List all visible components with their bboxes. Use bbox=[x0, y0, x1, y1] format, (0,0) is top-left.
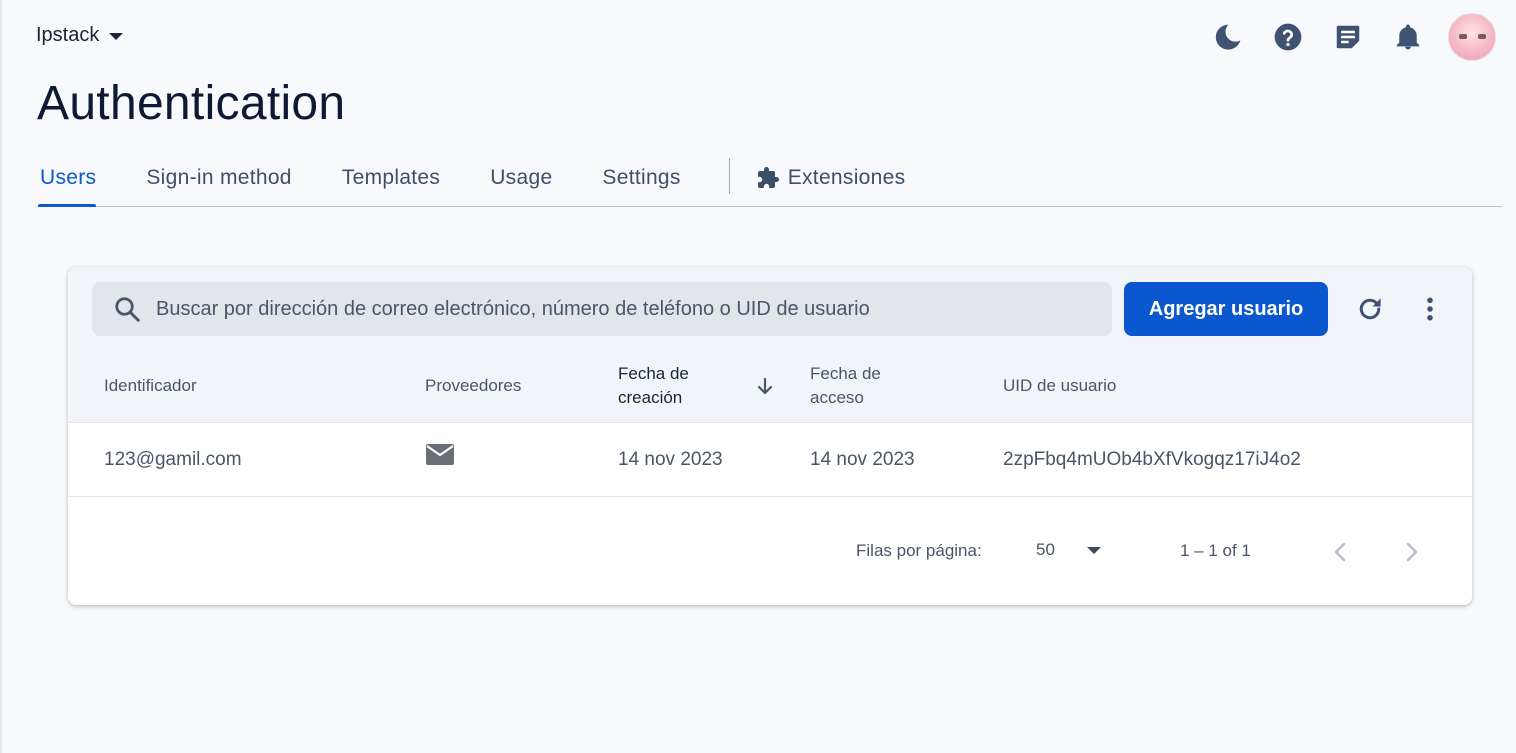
rows-per-page-value: 50 bbox=[1036, 540, 1055, 559]
project-switcher[interactable]: Ipstack bbox=[36, 24, 124, 47]
table-row[interactable]: 123@gamil.com 14 nov 2023 14 nov 2023 2z… bbox=[68, 423, 1472, 497]
column-header-uid: UID de usuario bbox=[1003, 376, 1117, 395]
tab-divider bbox=[728, 158, 730, 194]
tab-extensions[interactable]: Extensiones bbox=[754, 150, 930, 206]
column-header-created-line2: creación bbox=[618, 388, 683, 407]
prev-page-icon[interactable] bbox=[1325, 537, 1355, 567]
cell-identifier: 123@gamil.com bbox=[104, 449, 242, 470]
tab-label: Templates bbox=[341, 166, 441, 189]
cell-uid: 2zpFbq4mUOb4bXfVkogqz17iJ4o2 bbox=[1003, 449, 1301, 470]
tab-label: Usage bbox=[490, 166, 553, 189]
column-header-created-line1: Fecha de bbox=[618, 364, 689, 383]
column-header-signed-in-line2: acceso bbox=[810, 388, 864, 407]
tab-label: Sign-in method bbox=[146, 166, 292, 189]
arrow-down-icon[interactable] bbox=[756, 377, 774, 402]
users-card: Agregar usuario Identificador Proveedore… bbox=[68, 267, 1472, 605]
moon-icon[interactable] bbox=[1208, 14, 1248, 60]
page-title: Authentication bbox=[37, 77, 346, 130]
avatar[interactable] bbox=[1448, 13, 1496, 61]
column-header-signed-in-line1: Fecha de bbox=[810, 364, 881, 383]
project-name: Ipstack bbox=[36, 24, 100, 46]
help-icon[interactable] bbox=[1268, 14, 1308, 60]
caret-down-icon bbox=[1086, 546, 1101, 554]
column-header-providers: Proveedores bbox=[425, 376, 522, 395]
cell-created: 14 nov 2023 bbox=[618, 449, 723, 470]
email-icon bbox=[425, 442, 455, 474]
caret-down-icon bbox=[109, 33, 124, 40]
refresh-icon[interactable] bbox=[1350, 289, 1390, 329]
cell-signed-in: 14 nov 2023 bbox=[810, 449, 915, 470]
add-user-button[interactable]: Agregar usuario bbox=[1124, 282, 1328, 336]
column-header-created[interactable]: Fecha de creación bbox=[618, 362, 689, 410]
tab-label: Settings bbox=[602, 166, 681, 189]
card-header: Agregar usuario Identificador Proveedore… bbox=[68, 267, 1472, 423]
more-vert-icon[interactable] bbox=[1410, 289, 1450, 329]
tab-users[interactable]: Users bbox=[38, 150, 120, 207]
next-page-icon[interactable] bbox=[1397, 537, 1427, 567]
tab-label: Users bbox=[40, 166, 97, 189]
extension-icon bbox=[757, 167, 779, 188]
bell-icon[interactable] bbox=[1388, 14, 1428, 60]
search-icon bbox=[115, 297, 140, 322]
pagination-range: 1 – 1 of 1 bbox=[1180, 541, 1251, 560]
tab-label: Extensiones bbox=[787, 166, 906, 189]
top-toolbar bbox=[1208, 13, 1496, 61]
feedback-icon[interactable] bbox=[1328, 14, 1368, 60]
tab-templates[interactable]: Templates bbox=[340, 150, 464, 206]
tab-bar: Users Sign-in method Templates Usage Set… bbox=[38, 150, 1502, 207]
tab-usage[interactable]: Usage bbox=[488, 150, 576, 206]
tab-settings[interactable]: Settings bbox=[600, 150, 704, 206]
search-input[interactable] bbox=[156, 297, 1112, 321]
column-header-signed-in[interactable]: Fecha de acceso bbox=[810, 362, 881, 410]
column-header-identifier[interactable]: Identificador bbox=[104, 374, 197, 398]
rows-per-page-select[interactable]: 50 bbox=[1036, 535, 1106, 565]
search-box[interactable] bbox=[92, 282, 1112, 336]
auth-page: Ipstack Authentication Users Sign-in met… bbox=[0, 0, 1516, 753]
rows-per-page-label: Filas por página: bbox=[856, 541, 982, 560]
tab-sign-in-method[interactable]: Sign-in method bbox=[144, 150, 315, 206]
